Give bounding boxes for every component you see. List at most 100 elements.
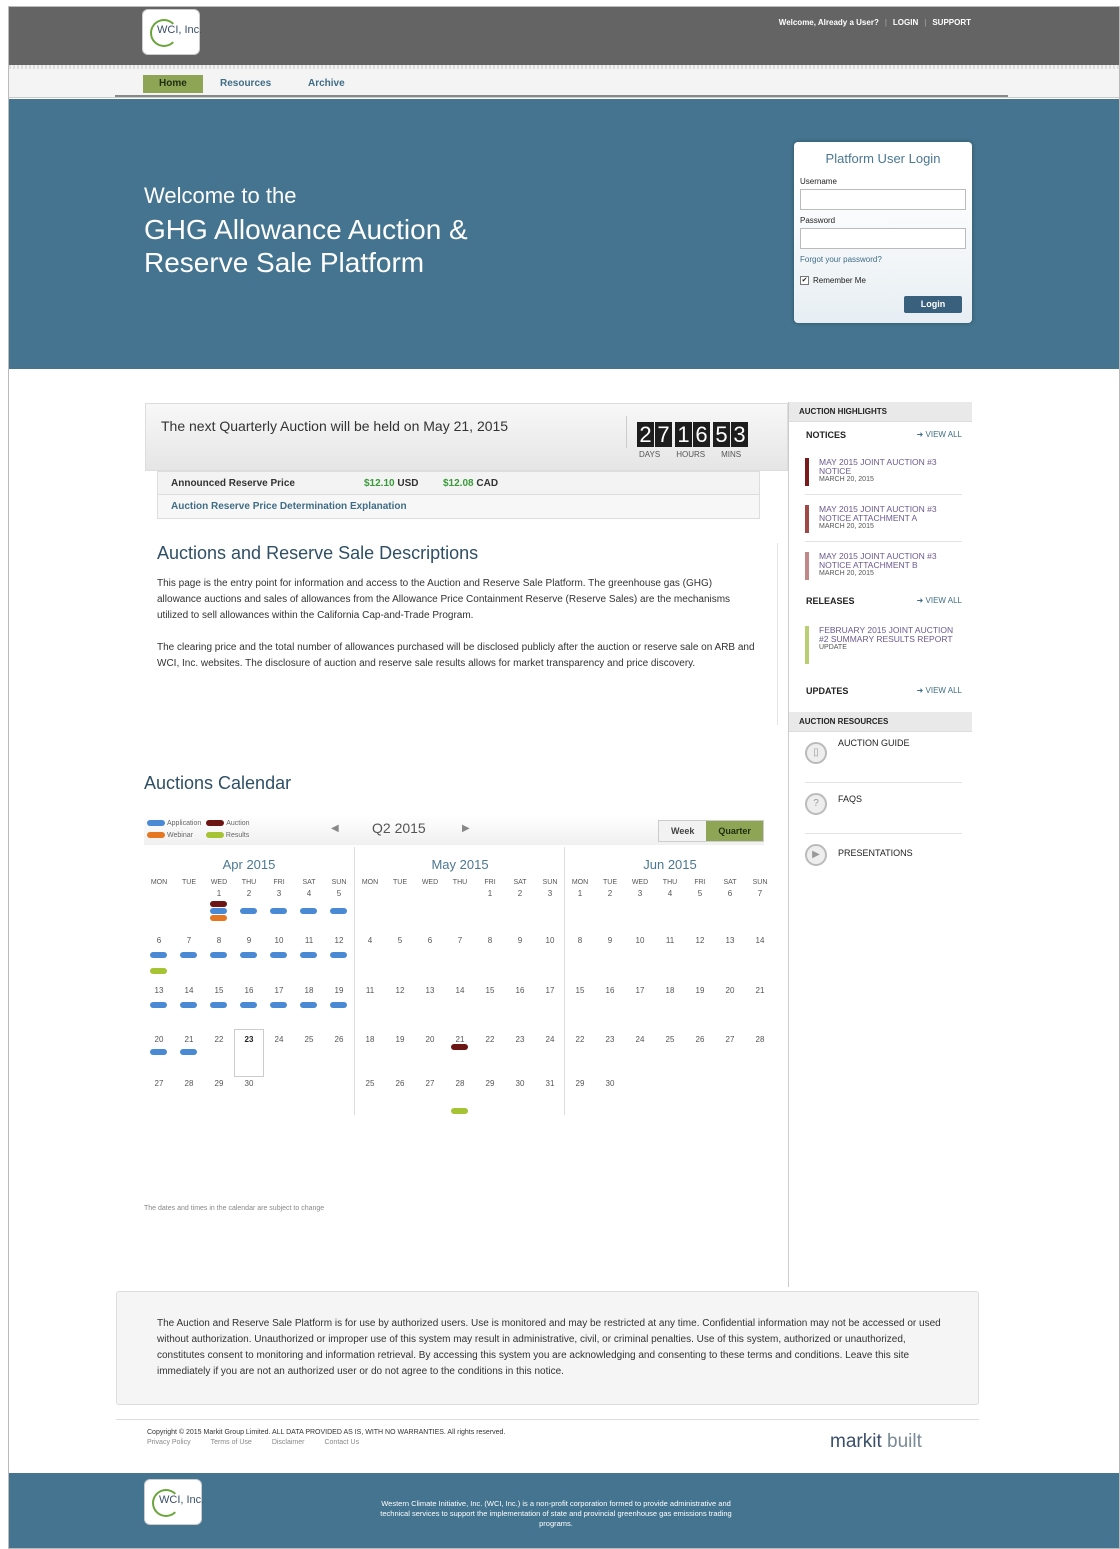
- calendar-day[interactable]: 17: [625, 986, 655, 995]
- calendar-day[interactable]: 10: [535, 936, 565, 945]
- calendar-day[interactable]: 2: [505, 889, 535, 898]
- calendar-event[interactable]: [270, 952, 287, 958]
- week-button[interactable]: Week: [659, 821, 707, 841]
- calendar-day[interactable]: 30: [505, 1079, 535, 1088]
- calendar-day[interactable]: 20: [144, 1035, 174, 1044]
- calendar-day[interactable]: 25: [655, 1035, 685, 1044]
- calendar-day[interactable]: 17: [535, 986, 565, 995]
- calendar-day[interactable]: 1: [565, 889, 595, 898]
- resource-label[interactable]: PRESENTATIONS: [838, 848, 913, 858]
- calendar-event[interactable]: [150, 968, 167, 974]
- notice-title[interactable]: MAY 2015 JOINT AUCTION #3 NOTICE: [819, 458, 962, 476]
- calendar-event[interactable]: [210, 908, 227, 914]
- calendar-event[interactable]: [150, 1002, 167, 1008]
- calendar-day[interactable]: 29: [565, 1079, 595, 1088]
- calendar-event[interactable]: [451, 1108, 468, 1114]
- calendar-day[interactable]: 11: [355, 986, 385, 995]
- login-button[interactable]: Login: [904, 296, 962, 313]
- release-item[interactable]: FEBRUARY 2015 JOINT AUCTION #2 SUMMARY R…: [805, 622, 962, 674]
- calendar-event[interactable]: [240, 908, 257, 914]
- calendar-day[interactable]: 5: [685, 889, 715, 898]
- calendar-day[interactable]: 6: [715, 889, 745, 898]
- calendar-day[interactable]: 8: [204, 936, 234, 945]
- calendar-day[interactable]: 2: [234, 889, 264, 898]
- calendar-day[interactable]: 12: [324, 936, 354, 945]
- contact-us-link[interactable]: Contact Us: [324, 1439, 359, 1446]
- calendar-day[interactable]: 13: [715, 936, 745, 945]
- calendar-event[interactable]: [240, 1002, 257, 1008]
- calendar-day[interactable]: 14: [445, 986, 475, 995]
- calendar-day[interactable]: 6: [144, 936, 174, 945]
- calendar-day[interactable]: 24: [264, 1035, 294, 1044]
- notice-title[interactable]: MAY 2015 JOINT AUCTION #3 NOTICE ATTACHM…: [819, 552, 962, 570]
- terms-of-use-link[interactable]: Terms of Use: [211, 1439, 252, 1446]
- calendar-day[interactable]: 30: [234, 1079, 264, 1088]
- updates-view-all[interactable]: ➜ VIEW ALL: [917, 686, 962, 695]
- remember-me[interactable]: ✔ Remember Me: [800, 276, 972, 285]
- reserve-explanation-link[interactable]: Auction Reserve Price Determination Expl…: [171, 501, 407, 512]
- calendar-event[interactable]: [210, 1002, 227, 1008]
- calendar-day[interactable]: 5: [324, 889, 354, 898]
- calendar-day[interactable]: 19: [385, 1035, 415, 1044]
- calendar-day[interactable]: 4: [655, 889, 685, 898]
- calendar-day[interactable]: 24: [625, 1035, 655, 1044]
- calendar-day[interactable]: 16: [234, 986, 264, 995]
- calendar-event[interactable]: [180, 1049, 197, 1055]
- calendar-event[interactable]: [240, 952, 257, 958]
- calendar-day[interactable]: 19: [324, 986, 354, 995]
- calendar-event[interactable]: [150, 1049, 167, 1055]
- calendar-day[interactable]: 23: [505, 1035, 535, 1044]
- calendar-day[interactable]: 26: [324, 1035, 354, 1044]
- calendar-day[interactable]: 7: [745, 889, 775, 898]
- password-input[interactable]: [800, 228, 966, 249]
- calendar-day[interactable]: 18: [655, 986, 685, 995]
- calendar-day[interactable]: 17: [264, 986, 294, 995]
- calendar-day[interactable]: 5: [385, 936, 415, 945]
- disclaimer-link[interactable]: Disclaimer: [272, 1439, 305, 1446]
- nav-resources[interactable]: Resources: [220, 75, 271, 93]
- calendar-day[interactable]: 2: [595, 889, 625, 898]
- calendar-day[interactable]: 6: [415, 936, 445, 945]
- calendar-event[interactable]: [270, 1002, 287, 1008]
- calendar-day[interactable]: 15: [565, 986, 595, 995]
- calendar-day[interactable]: 22: [475, 1035, 505, 1044]
- releases-view-all[interactable]: ➜ VIEW ALL: [917, 596, 962, 605]
- calendar-day[interactable]: 8: [565, 936, 595, 945]
- calendar-day[interactable]: 9: [234, 936, 264, 945]
- notices-view-all[interactable]: ➜ VIEW ALL: [917, 430, 962, 439]
- calendar-day[interactable]: 3: [625, 889, 655, 898]
- login-link[interactable]: LOGIN: [893, 18, 918, 27]
- calendar-day[interactable]: 8: [475, 936, 505, 945]
- resource-label[interactable]: FAQS: [838, 794, 862, 804]
- calendar-event[interactable]: [210, 901, 227, 907]
- calendar-event[interactable]: [330, 1002, 347, 1008]
- calendar-event[interactable]: [210, 952, 227, 958]
- calendar-day[interactable]: 14: [745, 936, 775, 945]
- release-title[interactable]: FEBRUARY 2015 JOINT AUCTION #2 SUMMARY R…: [819, 626, 962, 644]
- resource-label[interactable]: AUCTION GUIDE: [838, 738, 910, 748]
- calendar-day[interactable]: 4: [355, 936, 385, 945]
- calendar-day[interactable]: 30: [595, 1079, 625, 1088]
- wci-logo[interactable]: WCI, Inc.: [143, 10, 202, 54]
- calendar-day-today[interactable]: 23: [234, 1029, 264, 1077]
- calendar-day[interactable]: 11: [294, 936, 324, 945]
- calendar-day[interactable]: 28: [745, 1035, 775, 1044]
- wci-footer-logo[interactable]: WCI, Inc.: [145, 1480, 204, 1524]
- calendar-day[interactable]: 16: [595, 986, 625, 995]
- nav-archive[interactable]: Archive: [308, 75, 345, 93]
- calendar-day[interactable]: 27: [715, 1035, 745, 1044]
- notice-item[interactable]: MAY 2015 JOINT AUCTION #3 NOTICE ATTACHM…: [805, 501, 962, 542]
- checkbox-icon[interactable]: ✔: [800, 276, 809, 285]
- calendar-event[interactable]: [451, 1044, 468, 1050]
- calendar-day[interactable]: 11: [655, 936, 685, 945]
- calendar-day[interactable]: 16: [505, 986, 535, 995]
- calendar-event[interactable]: [330, 908, 347, 914]
- calendar-day[interactable]: 7: [445, 936, 475, 945]
- calendar-day[interactable]: 3: [535, 889, 565, 898]
- calendar-day[interactable]: 20: [715, 986, 745, 995]
- calendar-day[interactable]: 21: [745, 986, 775, 995]
- calendar-event[interactable]: [210, 915, 227, 921]
- calendar-day[interactable]: 10: [264, 936, 294, 945]
- calendar-day[interactable]: 12: [685, 936, 715, 945]
- calendar-day[interactable]: 26: [685, 1035, 715, 1044]
